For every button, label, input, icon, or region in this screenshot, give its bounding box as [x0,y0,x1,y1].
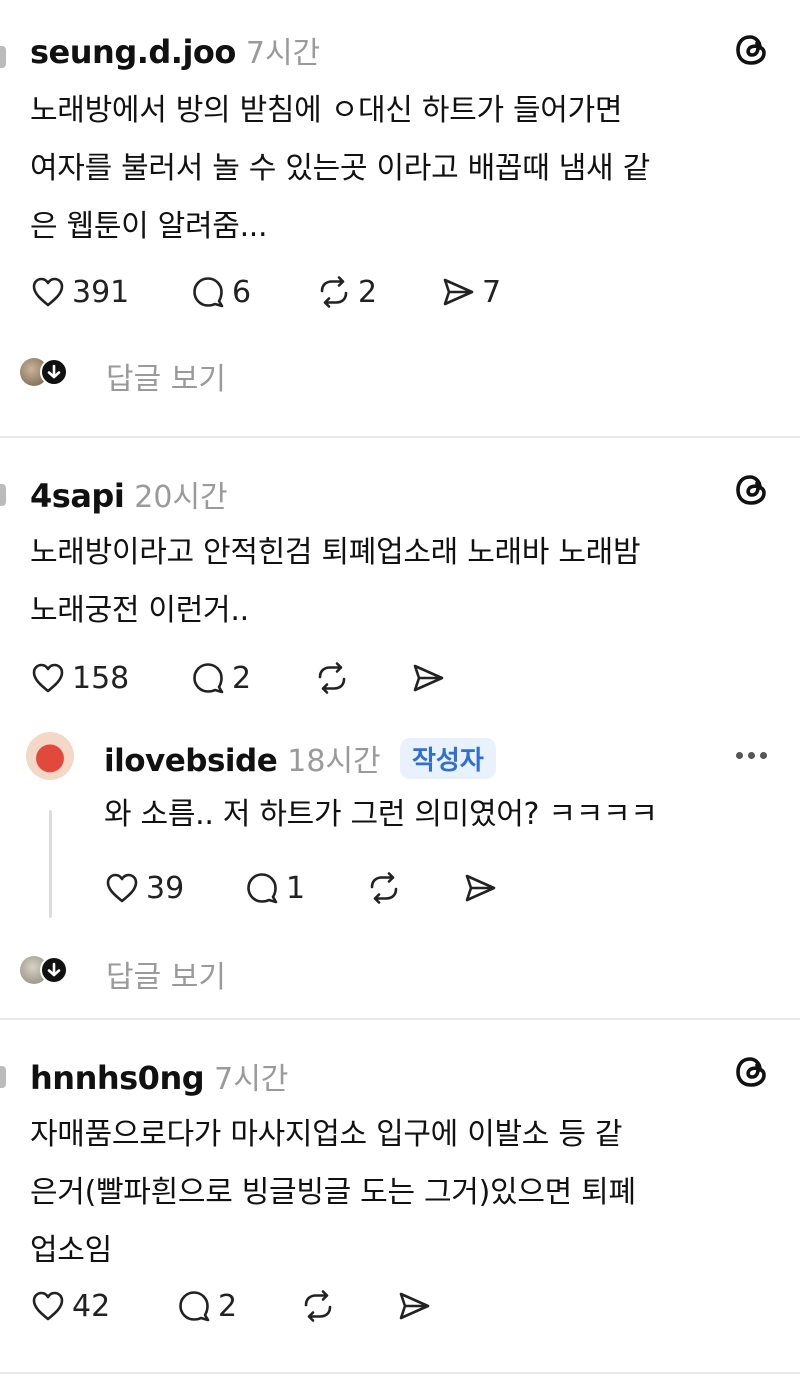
post-text-line: 은거(빨파흰으로 빙글빙글 도는 그거)있으면 퇴폐 [30,1175,636,1210]
share-button[interactable]: 7 [440,270,501,314]
more-dots-icon[interactable] [736,752,767,759]
post-text-line: 자매품으로다가 마사지업소 입구에 이발소 등 같 [30,1117,623,1152]
share-button[interactable] [462,866,498,910]
repost-button[interactable] [314,656,350,700]
comment-bubble-icon [247,873,278,904]
send-icon [443,278,474,306]
view-replies-link[interactable]: 답글 보기 [106,952,226,996]
like-button[interactable]: 158 [30,656,129,700]
reply-time: 18시간 [287,744,381,779]
post-actions: 42 2 [30,1284,450,1328]
post-time: 20시간 [134,480,228,515]
heart-icon [32,277,64,307]
send-icon [413,664,444,692]
avatar-edge [0,484,6,506]
comment-button[interactable]: 2 [190,656,251,700]
comment-button[interactable]: 6 [190,270,251,314]
post-username[interactable]: 4sapi 20시간 [30,472,228,516]
threads-logo-icon[interactable] [732,470,772,510]
repost-icon [304,1290,332,1322]
comment-bubble-icon [193,663,224,694]
comment-count: 1 [286,870,306,906]
post-time: 7시간 [245,36,321,71]
post-time: 7시간 [214,1062,289,1097]
comment-count: 6 [232,274,252,310]
repost-button[interactable] [300,1284,336,1328]
share-button[interactable] [410,656,446,700]
reply-text: 와 소름.. 저 하트가 그런 의미였어? ㅋㅋㅋㅋ [104,797,658,832]
post-text-line: 업소임 [30,1233,112,1268]
threads-logo-icon[interactable] [732,30,772,70]
thread-post: seung.d.joo 7시간 노래방에서 방의 받침에 ㅇ대신 하트가 들어가면… [0,0,800,436]
repost-button[interactable]: 2 [316,270,377,314]
repost-icon [320,276,348,308]
view-replies-link[interactable]: 답글 보기 [106,354,226,398]
thread-post: 4sapi 20시간 노래방이라고 안적힌검 퇴폐업소래 노래바 노래밤 노래궁전… [0,438,800,1018]
heart-icon [32,1291,64,1321]
view-replies-row[interactable]: 답글 보기 [20,952,320,995]
post-actions: 158 2 [30,656,470,700]
like-count: 39 [146,870,185,906]
repost-count: 2 [358,274,378,310]
repost-icon [370,872,398,904]
heart-icon [106,873,138,903]
post-text-line: 노래방이라고 안적힌검 퇴폐업소래 노래바 노래밤 [30,535,641,570]
comment-count: 2 [218,1288,238,1324]
comment-button[interactable]: 1 [244,866,305,910]
post-text-line: 은 웹툰이 알려줌... [30,209,268,244]
author-badge: 작성자 [400,738,496,779]
comment-bubble-icon [193,277,224,308]
reply-actions: 39 1 [104,866,524,910]
post-text-line: 노래궁전 이런거.. [30,593,249,628]
avatar-edge [0,1066,6,1088]
avatar[interactable] [26,732,74,780]
post-text-line: 여자를 불러서 놀 수 있는곳 이라고 배꼽때 냄새 같 [30,151,650,186]
comment-bubble-icon [179,1291,210,1322]
divider [0,1372,800,1374]
post-text-line: 노래방에서 방의 받침에 ㅇ대신 하트가 들어가면 [30,93,623,128]
thread-post: hnnhs0ng 7시간 자매품으로다가 마사지업소 입구에 이발소 등 같 은거… [0,1020,800,1378]
repost-button[interactable] [366,866,402,910]
view-replies-row[interactable]: 답글 보기 [20,354,320,397]
post-username[interactable]: seung.d.joo 7시간 [30,28,320,72]
comment-button[interactable]: 2 [176,1284,237,1328]
like-count: 42 [72,1288,111,1324]
send-icon [399,1292,430,1320]
post-username[interactable]: hnnhs0ng 7시간 [30,1054,288,1098]
share-count: 7 [482,274,502,310]
like-button[interactable]: 39 [104,866,184,910]
comment-count: 2 [232,660,252,696]
arrow-down-icon [40,956,68,984]
like-button[interactable]: 42 [30,1284,110,1328]
repost-icon [318,662,346,694]
avatar-edge [0,46,6,68]
send-icon [465,874,496,902]
reply-username[interactable]: ilovebside 18시간 [104,736,381,780]
threads-logo-icon[interactable] [732,1052,772,1092]
share-button[interactable] [396,1284,432,1328]
like-count: 391 [72,274,130,310]
like-count: 158 [72,660,130,696]
arrow-down-icon [40,358,68,386]
thread-line [49,810,52,918]
post-actions: 391 6 2 7 [30,270,550,314]
like-button[interactable]: 391 [30,270,129,314]
heart-icon [32,663,64,693]
